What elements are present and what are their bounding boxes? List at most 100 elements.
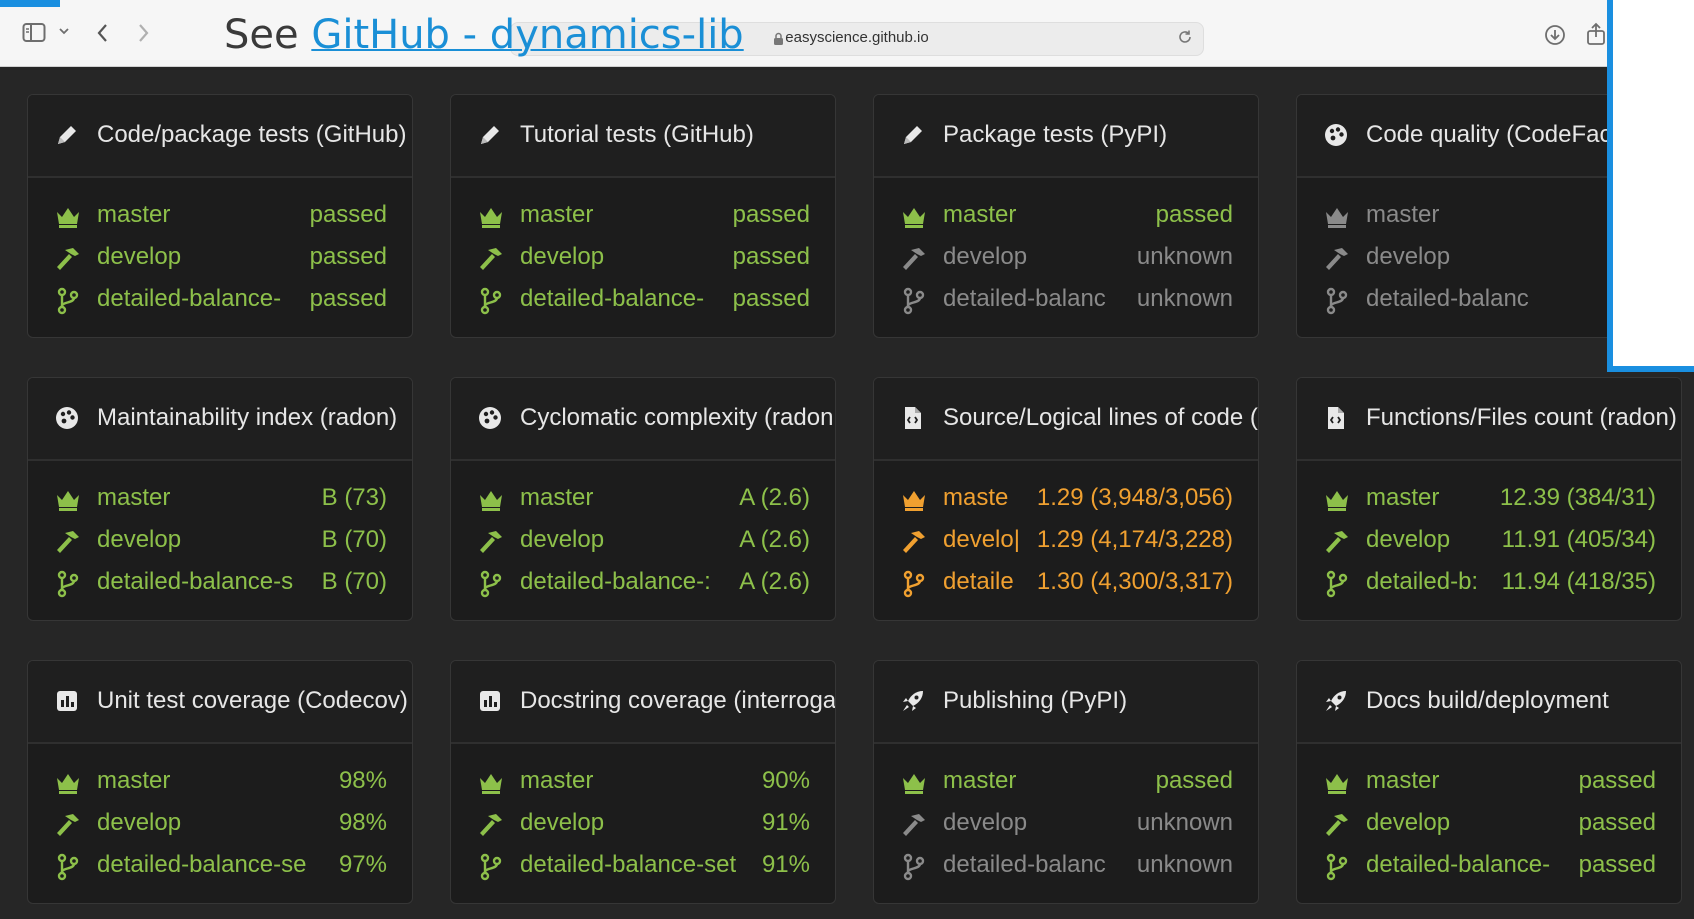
branch-name: maste <box>943 484 1009 511</box>
branch-row[interactable]: detailed-balance-passed <box>1297 849 1681 891</box>
branch-name: develop <box>943 243 1028 270</box>
branch-name: develop <box>1366 526 1451 553</box>
accent-bar <box>0 0 60 7</box>
hammer-icon <box>1323 245 1351 273</box>
branch-name: detaile <box>943 568 1014 595</box>
branch-name: develo| <box>943 526 1020 553</box>
branch-row[interactable]: develo| 1.29 (4,174/3,228) <box>874 524 1258 566</box>
card-header: Docs build/deployment <box>1297 661 1681 744</box>
branch-row[interactable]: detailed-balance-set 91% <box>451 849 835 891</box>
branch-row[interactable]: develop unknown <box>874 241 1258 283</box>
chevron-down-icon[interactable] <box>58 26 70 36</box>
branch-row[interactable]: detailed-balance-passed <box>451 283 835 325</box>
branch-name: detailed-balance-: <box>520 568 711 595</box>
card-header: Publishing (PyPI) <box>874 661 1258 744</box>
status-value: 1.29 (4,174/3,228) <box>1032 524 1233 556</box>
see-github-caption: See GitHub - dynamics-lib <box>224 10 744 60</box>
branch-row[interactable]: detailed-balanc unknown <box>874 849 1258 891</box>
status-value: 11.94 (418/35) <box>1497 566 1656 598</box>
branch-row[interactable]: master 98% <box>28 765 412 807</box>
branch-row[interactable]: master passed <box>28 199 412 241</box>
branch-name: develop <box>1366 243 1451 270</box>
hammer-icon <box>900 245 928 273</box>
hammer-icon <box>477 528 505 556</box>
status-value: 91% <box>757 849 810 881</box>
status-value: 98% <box>334 765 387 797</box>
branch-row[interactable]: maste 1.29 (3,948/3,056) <box>874 482 1258 524</box>
branch-row[interactable]: detailed-balance-se 97% <box>28 849 412 891</box>
status-value: 98% <box>334 807 387 839</box>
branch-name: detailed-balance- <box>520 285 705 312</box>
branch-list: master passed develop unknown detailed-balan… <box>874 765 1258 891</box>
branch-icon <box>1323 570 1351 598</box>
branch-name: master <box>97 767 171 794</box>
chart-icon <box>477 688 503 714</box>
branch-row[interactable]: master passed <box>451 199 835 241</box>
status-value: B (70) <box>317 524 387 556</box>
branch-name: master <box>97 484 171 511</box>
branch-name: detailed-balanc <box>943 851 1106 878</box>
card-title: Publishing (PyPI) <box>943 687 1128 714</box>
branch-list: master passed develop passed detailed-balanc… <box>451 199 835 325</box>
status-value: A (2.6) <box>735 566 810 598</box>
branch-row[interactable]: master B (73) <box>28 482 412 524</box>
forward-icon[interactable] <box>136 22 150 44</box>
badge-card: Source/Logical lines of code (ra maste 1.2… <box>873 377 1259 621</box>
github-link[interactable]: GitHub - dynamics-lib <box>311 12 743 58</box>
branch-name: master <box>520 201 594 228</box>
crown-icon <box>477 486 505 514</box>
branch-row[interactable]: develop 11.91 (405/34) <box>1297 524 1681 566</box>
sidebar-toggle-icon[interactable] <box>22 22 46 44</box>
crown-icon <box>54 203 82 231</box>
status-value: 90% <box>757 765 810 797</box>
branch-name: detailed-balanc <box>943 285 1106 312</box>
branch-row[interactable]: develop passed <box>1297 807 1681 849</box>
branch-row[interactable]: master 90% <box>451 765 835 807</box>
branch-icon <box>1323 853 1351 881</box>
hammer-icon <box>54 245 82 273</box>
branch-name: detailed-b: <box>1366 568 1479 595</box>
card-header: Cyclomatic complexity (radon <box>451 378 835 461</box>
branch-row[interactable]: master passed <box>874 765 1258 807</box>
reload-icon[interactable] <box>1177 29 1193 50</box>
status-value: 91% <box>757 807 810 839</box>
download-icon[interactable] <box>1544 24 1566 46</box>
browser-toolbar: easyscience.github.io See GitHub - dynam… <box>0 0 1607 67</box>
branch-row[interactable]: develop unknown <box>874 807 1258 849</box>
branch-row[interactable]: detailed-balance-s B (70) <box>28 566 412 608</box>
branch-row[interactable]: detailed-balance-passed <box>28 283 412 325</box>
branch-row[interactable]: develop 91% <box>451 807 835 849</box>
branch-row[interactable]: detailed-balance-: A (2.6) <box>451 566 835 608</box>
overlay-panel <box>1607 0 1694 372</box>
card-title: Code/package tests (GitHub) <box>97 121 407 148</box>
hammer-icon <box>54 811 82 839</box>
branch-row[interactable]: develop passed <box>28 241 412 283</box>
branch-row[interactable]: master A (2.6) <box>451 482 835 524</box>
share-icon[interactable] <box>1586 22 1606 46</box>
card-title: Code quality (CodeFac <box>1366 121 1612 148</box>
status-value: passed <box>305 283 387 315</box>
badge-card: Tutorial tests (GitHub) master passed devel… <box>450 94 836 338</box>
branch-row[interactable]: develop passed <box>451 241 835 283</box>
branch-row[interactable]: detaile 1.30 (4,300/3,317) <box>874 566 1258 608</box>
branch-row[interactable]: master passed <box>1297 765 1681 807</box>
branch-row[interactable]: develop 98% <box>28 807 412 849</box>
crown-icon <box>477 769 505 797</box>
palette-icon <box>477 405 503 431</box>
status-value: B (73) <box>317 482 387 514</box>
crown-icon <box>1323 486 1351 514</box>
status-value: passed <box>305 199 387 231</box>
branch-row[interactable]: develop B (70) <box>28 524 412 566</box>
card-header: Source/Logical lines of code (ra <box>874 378 1258 461</box>
back-icon[interactable] <box>96 22 110 44</box>
branch-icon <box>54 570 82 598</box>
branch-row[interactable]: detailed-balanc unknown <box>874 283 1258 325</box>
rocket-icon <box>1323 688 1349 714</box>
branch-row[interactable]: master passed <box>874 199 1258 241</box>
branch-row[interactable]: master 12.39 (384/31) <box>1297 482 1681 524</box>
status-value: passed <box>1151 765 1233 797</box>
branch-row[interactable]: develop A (2.6) <box>451 524 835 566</box>
branch-name: develop <box>520 526 605 553</box>
branch-row[interactable]: detailed-b: 11.94 (418/35) <box>1297 566 1681 608</box>
pencil-icon <box>900 122 926 148</box>
